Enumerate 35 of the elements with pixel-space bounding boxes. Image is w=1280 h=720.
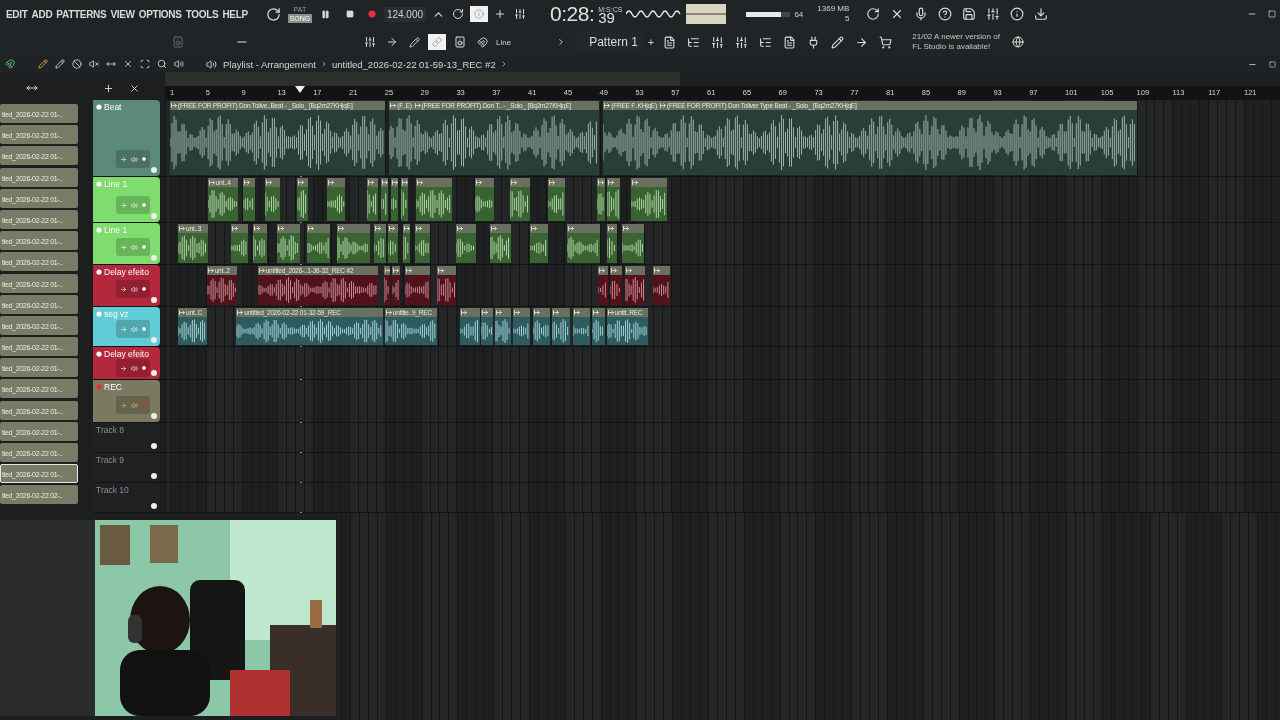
snap-selector[interactable]: Line [496,37,512,47]
menu-item[interactable]: EDIT [6,8,28,20]
time-display: 0:28: [550,2,595,26]
track-name: Delay efeito [96,267,157,277]
track-header[interactable]: Track 8 [93,423,160,452]
track-header[interactable]: REC [93,380,160,422]
menu-item[interactable]: VIEW [110,8,135,20]
menu-item[interactable]: TOOLS [185,8,219,20]
track-header[interactable]: Delay efeito [93,347,160,379]
cpu-reading: 64 [794,9,804,19]
track-header[interactable]: Track 10 [93,483,160,512]
track-name: Track 9 [96,455,126,465]
track-name: Delay efeito [96,349,157,359]
track-name: Line 1 [96,225,157,235]
track-header[interactable]: Track 9 [93,453,160,482]
menu-item[interactable]: PATTERNS [56,8,107,20]
menu-item[interactable]: ADD [31,8,53,20]
menu-item[interactable]: OPTIONS [138,8,182,20]
track-header[interactable]: Beat [93,100,160,176]
track-name: REC [96,382,157,392]
update-notice[interactable]: 21/02 A newer version of FL Studio is available! [912,32,1005,52]
track-name: Track 10 [96,485,130,495]
time-centiseconds: 39 [598,14,615,22]
track-name: seg vz [96,309,157,319]
track-header[interactable]: Delay efeito [93,265,160,306]
tempo-display[interactable]: 124.000 [383,6,427,22]
memory-reading: 1369 MB [817,4,850,14]
polyphony-reading: 5 [844,14,850,24]
menu-item[interactable]: HELP [222,8,248,20]
track-name: Line 1 [96,179,157,189]
add-pattern-button[interactable]: + [647,36,655,48]
track-name: Beat [96,102,157,112]
track-name: Track 8 [96,425,126,435]
song-name: untitled_2026-02-22 01-59-13_REC #2 [331,58,496,70]
window-title: Playlist - Arrangement [223,58,316,70]
